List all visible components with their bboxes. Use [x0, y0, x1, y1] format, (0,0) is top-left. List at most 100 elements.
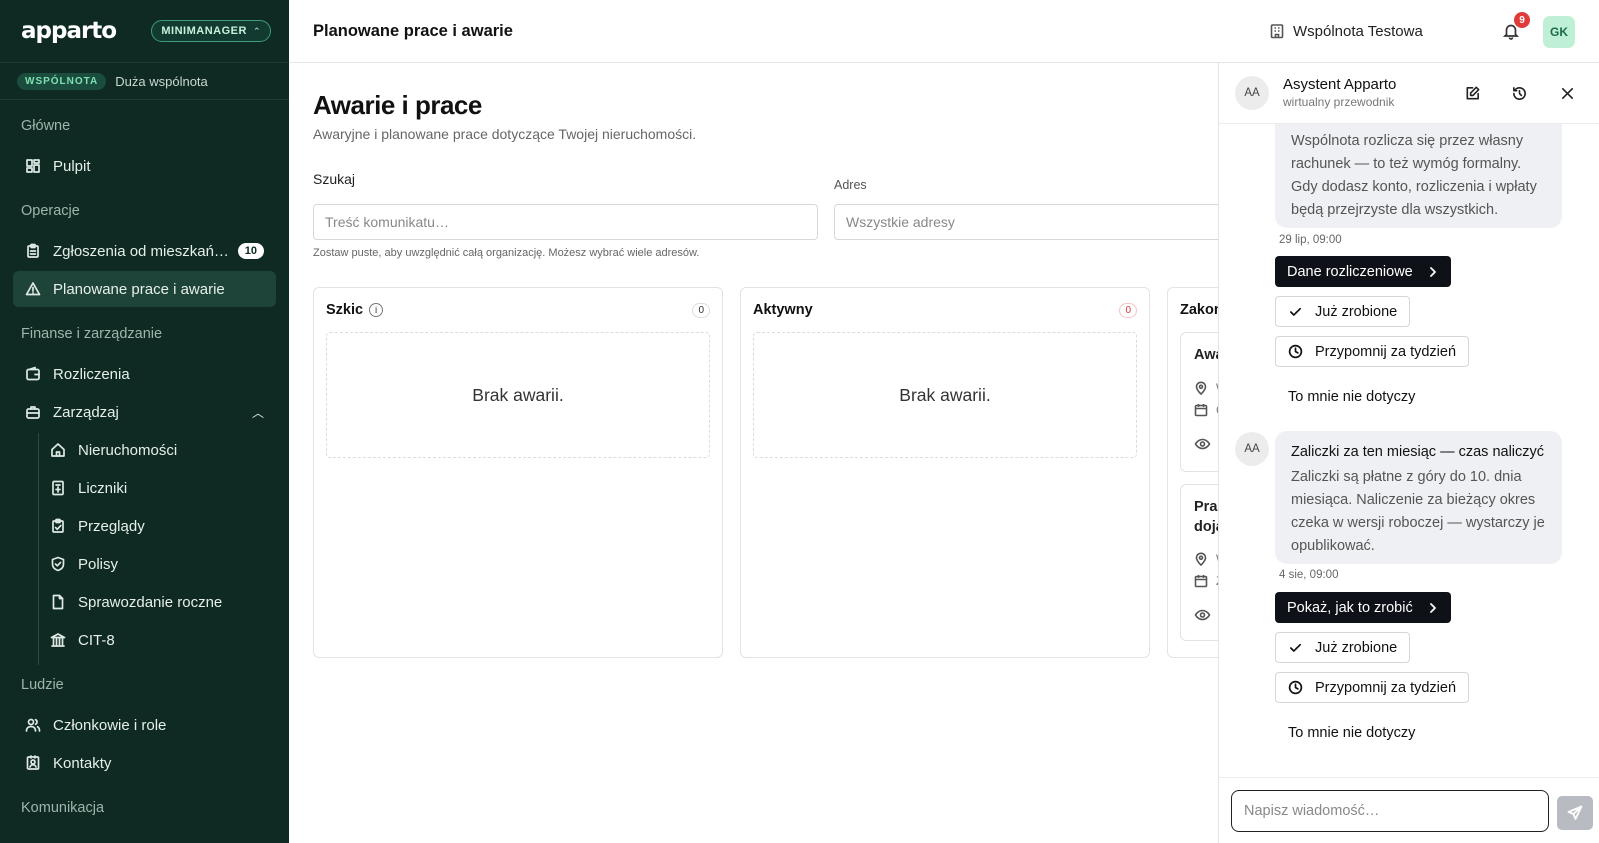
clock-icon	[1288, 344, 1303, 359]
sidebar-item-label: Polisy	[78, 555, 119, 573]
plan-label: MINIMANAGER	[161, 25, 247, 37]
billing-data-button[interactable]: Dane rozliczeniowe	[1275, 256, 1451, 287]
assistant-avatar: AA	[1235, 76, 1269, 110]
column-header: Szkic i	[326, 302, 384, 318]
card-title-line2: doja	[1194, 519, 1218, 535]
location-pin-icon	[1194, 381, 1208, 396]
sidebar-item-policies[interactable]: Polisy	[38, 546, 276, 582]
sidebar-item-label: Kontakty	[53, 754, 112, 772]
button-label: Przypomnij za tydzień	[1315, 343, 1457, 360]
already-done-button[interactable]: Już zrobione	[1275, 632, 1411, 663]
nav-section-comms: Komunikacja	[21, 800, 105, 816]
message-text: Wspólnota rozlicza się przez własny rach…	[1291, 133, 1537, 218]
clipboard-icon	[25, 243, 41, 259]
assistant-panel: AA Asystent Apparto wirtualny przewodnik…	[1218, 63, 1599, 843]
page-heading: Awarie i prace	[313, 90, 482, 120]
org-switcher[interactable]: WSPÓLNOTA Duża wspólnota	[0, 63, 289, 100]
history-button[interactable]	[1509, 83, 1529, 103]
sidebar-item-contacts[interactable]: Kontakty	[13, 745, 276, 781]
button-label: Przypomnij za tydzień	[1315, 679, 1457, 696]
sidebar-item-label: CIT-8	[78, 631, 115, 649]
assistant-name: Asystent Apparto	[1283, 76, 1397, 93]
already-done-button[interactable]: Już zrobione	[1275, 296, 1411, 327]
message-input[interactable]	[1231, 790, 1549, 832]
not-relevant-button[interactable]: To mnie nie dotyczy	[1288, 389, 1415, 405]
column-title: Aktywny	[753, 302, 813, 318]
user-avatar[interactable]: GK	[1543, 16, 1575, 48]
sidebar-item-cit8[interactable]: CIT-8	[38, 622, 276, 658]
sidebar-item-label: Pulpit	[53, 157, 91, 175]
chevron-updown-icon: ⌃	[252, 25, 261, 36]
sidebar-item-billing[interactable]: Rozliczenia	[13, 356, 276, 392]
page-subtitle: Awaryjne i planowane prace dotyczące Two…	[313, 126, 697, 142]
sidebar-header: apparto MINIMANAGER ⌃	[0, 0, 289, 63]
briefcase-icon	[25, 404, 41, 420]
sidebar-item-manage[interactable]: Zarządzaj ︿	[13, 394, 276, 430]
sidebar-item-label: Zarządzaj	[53, 403, 119, 421]
nav-section-finance: Finanse i zarządzanie	[21, 326, 163, 342]
close-icon	[1561, 87, 1573, 99]
search-input[interactable]	[313, 204, 818, 240]
main-content: Awarie i prace Awaryjne i planowane prac…	[289, 63, 1218, 843]
page-title: Planowane prace i awarie	[313, 21, 513, 40]
eye-icon[interactable]	[1194, 437, 1212, 451]
sidebar-item-members[interactable]: Członkowie i role	[13, 707, 276, 743]
assistant-role: wirtualny przewodnik	[1283, 95, 1395, 109]
column-active: Aktywny 0 Brak awarii.	[740, 287, 1150, 658]
sidebar-item-requests[interactable]: Zgłoszenia od mieszkań… 10	[13, 233, 276, 269]
message-text: Zaliczki są płatne z góry do 10. dnia mi…	[1291, 469, 1545, 554]
assistant-message: Zaliczki za ten miesiąc — czas naliczyć …	[1275, 431, 1562, 564]
sidebar-item-dashboard[interactable]: Pulpit	[13, 148, 276, 184]
not-relevant-button[interactable]: To mnie nie dotyczy	[1288, 725, 1415, 741]
remind-next-week-button[interactable]: Przypomnij za tydzień	[1275, 672, 1470, 703]
building-icon	[1270, 24, 1284, 39]
remind-next-week-button[interactable]: Przypomnij za tydzień	[1275, 336, 1470, 367]
info-icon[interactable]: i	[369, 303, 384, 317]
column-draft: Szkic i 0 Brak awarii.	[313, 287, 723, 658]
sidebar-item-label: Zgłoszenia od mieszkań…	[53, 242, 229, 260]
card-title: Prac	[1194, 499, 1218, 515]
org-type-badge: WSPÓLNOTA	[17, 72, 107, 90]
check-icon	[1289, 643, 1302, 652]
send-button[interactable]	[1557, 796, 1593, 830]
sidebar-item-label: Liczniki	[78, 479, 128, 497]
sidebar-item-label: Rozliczenia	[53, 365, 130, 383]
work-card[interactable]: Awa W C	[1180, 332, 1218, 472]
calendar-icon	[1194, 403, 1208, 417]
sidebar-item-properties[interactable]: Nieruchomości	[38, 432, 276, 468]
shield-icon	[50, 556, 66, 572]
column-completed: Zakon Awa W C Prac doja W Z	[1167, 287, 1218, 658]
nav-section-main: Główne	[21, 118, 71, 134]
work-card[interactable]: Prac doja W Z	[1180, 484, 1218, 641]
calendar-icon	[1194, 574, 1208, 588]
new-chat-button[interactable]	[1462, 83, 1482, 103]
contact-card-icon	[25, 755, 41, 771]
address-select[interactable]	[834, 204, 1218, 240]
plan-switcher[interactable]: MINIMANAGER ⌃	[151, 20, 271, 42]
eye-icon[interactable]	[1194, 608, 1212, 622]
address-hint: Zostaw puste, aby uwzględnić całą organi…	[313, 247, 700, 259]
sidebar-item-inspections[interactable]: Przeglądy	[38, 508, 276, 544]
assistant-header: AA Asystent Apparto wirtualny przewodnik	[1219, 63, 1599, 124]
show-how-button[interactable]: Pokaż, jak to zrobić	[1275, 592, 1451, 623]
sidebar-item-label: Przeglądy	[78, 517, 145, 535]
button-label: Pokaż, jak to zrobić	[1287, 599, 1413, 616]
home-icon	[50, 442, 66, 458]
column-count: 0	[692, 303, 710, 318]
sidebar-item-works[interactable]: Planowane prace i awarie	[13, 271, 276, 307]
clock-icon	[1288, 680, 1303, 695]
column-header: Zakon	[1180, 302, 1218, 318]
location-pin-icon	[1194, 552, 1208, 567]
sidebar-item-meters[interactable]: Liczniki	[38, 470, 276, 506]
document-icon	[50, 594, 66, 610]
sidebar-item-label: Sprawozdanie roczne	[78, 593, 223, 611]
community-switcher[interactable]: Wspólnota Testowa	[1269, 23, 1423, 40]
bank-icon	[50, 632, 66, 648]
wallet-icon	[25, 366, 41, 382]
apparto-logo[interactable]: apparto	[21, 18, 117, 44]
empty-state-text: Brak awarii.	[472, 384, 564, 405]
column-header: Aktywny	[753, 302, 813, 318]
chevron-up-icon[interactable]: ︿	[252, 404, 264, 421]
sidebar-item-annual-report[interactable]: Sprawozdanie roczne	[38, 584, 276, 620]
close-panel-button[interactable]	[1557, 83, 1577, 103]
